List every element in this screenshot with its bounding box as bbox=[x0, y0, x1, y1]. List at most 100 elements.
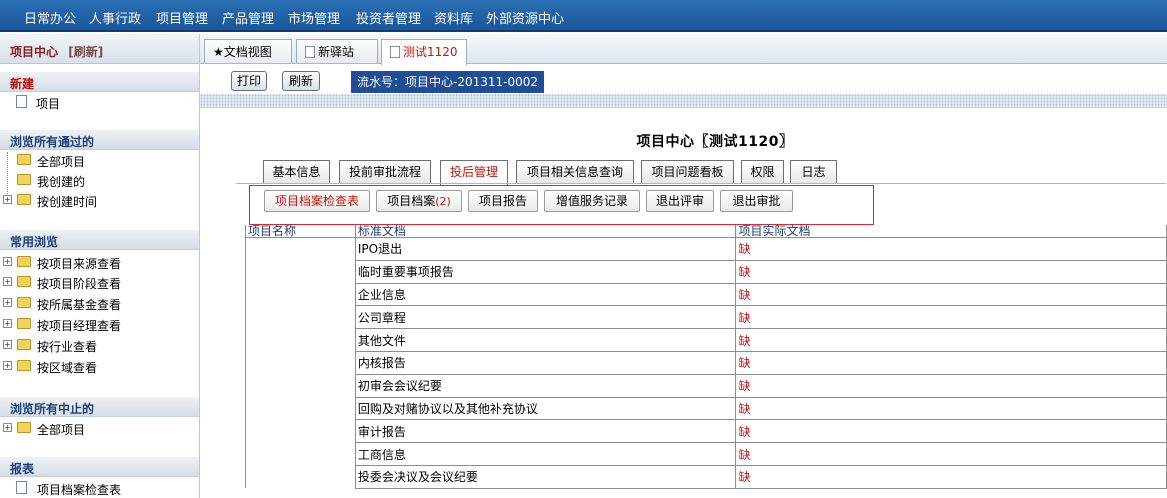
sidebar-item-label: 按区域查看 bbox=[37, 361, 98, 375]
divider-band bbox=[200, 94, 1167, 108]
document-icon bbox=[390, 46, 400, 58]
sidebar-item-by-source[interactable]: + 按项目来源查看 bbox=[0, 252, 199, 272]
expand-icon[interactable]: + bbox=[3, 257, 12, 266]
folder-icon bbox=[17, 194, 31, 205]
tab-label: 新驿站 bbox=[318, 45, 355, 59]
sidebar-title: 项目中心 [刷新] bbox=[10, 43, 103, 60]
nav-item-library[interactable]: 资料库 bbox=[434, 8, 473, 27]
folder-icon bbox=[17, 297, 31, 308]
sidebar-item-by-region[interactable]: + 按区域查看 bbox=[0, 356, 199, 376]
nav-item-hr-admin[interactable]: 人事行政 bbox=[89, 8, 141, 27]
missing-status: 缺 bbox=[735, 464, 1167, 489]
folder-icon bbox=[17, 422, 31, 433]
sidebar-item-archive-checklist[interactable]: 项目档案检查表 bbox=[0, 478, 199, 498]
expand-icon[interactable]: + bbox=[3, 277, 12, 286]
nav-item-project-management[interactable]: 项目管理 bbox=[156, 8, 208, 27]
standard-doc-cell: 投委会决议及会议纪要 bbox=[354, 464, 737, 489]
table-row: 回购及对赌协议以及其他补充协议 缺 bbox=[246, 396, 1167, 421]
sidebar-item-label: 按行业查看 bbox=[37, 340, 98, 354]
print-button[interactable]: 打印 bbox=[231, 71, 267, 91]
missing-status: 缺 bbox=[735, 350, 1167, 375]
column-header-actual-doc: 项目实际文档 bbox=[735, 225, 1167, 238]
tab-label: ★文档视图 bbox=[213, 45, 272, 59]
archive-checklist-table: 项目名称 标准文档 项目实际文档 IPO退出 缺 临时重要事项报告 缺 企业信息… bbox=[245, 225, 1167, 489]
column-header-project-name: 项目名称 bbox=[245, 225, 356, 238]
expand-icon[interactable]: + bbox=[3, 340, 12, 349]
table-row: 企业信息 缺 bbox=[246, 282, 1167, 307]
sidebar-item-stopped-all-projects[interactable]: + 全部项目 bbox=[0, 418, 199, 438]
tab-new-station[interactable]: 新驿站 bbox=[296, 39, 378, 63]
missing-status: 缺 bbox=[735, 305, 1167, 330]
toolbar: 打印 刷新 流水号：项目中心-201311-0002 bbox=[200, 65, 1167, 93]
standard-doc-cell: 临时重要事项报告 bbox=[354, 259, 737, 284]
standard-doc-cell: 初审会会议纪要 bbox=[354, 373, 737, 398]
missing-status: 缺 bbox=[735, 396, 1167, 421]
table-row: 公司章程 缺 bbox=[246, 305, 1167, 330]
nav-item-daily-office[interactable]: 日常办公 bbox=[24, 8, 76, 27]
tab-divider bbox=[236, 183, 1166, 184]
refresh-button[interactable]: 刷新 bbox=[282, 71, 320, 91]
expand-icon[interactable]: + bbox=[3, 298, 12, 307]
subtab-value-added-service[interactable]: 增值服务记录 bbox=[544, 190, 640, 212]
subtab-archive-checklist[interactable]: 项目档案检查表 bbox=[264, 190, 370, 212]
main-content: ★文档视图 新驿站 测试1120 打印 刷新 流水号：项目中心-201311-0… bbox=[200, 34, 1167, 498]
subtab-exit-review[interactable]: 退出评审 bbox=[646, 190, 714, 212]
tab-post-investment[interactable]: 投后管理 bbox=[440, 160, 508, 185]
top-navigation-bar: 日常办公 人事行政 项目管理 产品管理 市场管理 投资者管理 资料库 外部资源中… bbox=[0, 0, 1167, 32]
tab-basic-info[interactable]: 基本信息 bbox=[263, 160, 330, 184]
tab-log[interactable]: 日志 bbox=[790, 160, 837, 184]
expand-icon[interactable]: + bbox=[3, 423, 12, 432]
sidebar-item-label: 按所属基金查看 bbox=[37, 298, 122, 312]
sidebar-item-label: 全部项目 bbox=[37, 423, 86, 437]
folder-icon bbox=[17, 339, 31, 350]
folder-icon bbox=[17, 360, 31, 371]
sidebar-item-all-projects[interactable]: 全部项目 bbox=[0, 150, 199, 170]
sidebar-refresh-link[interactable]: [刷新] bbox=[68, 45, 103, 59]
table-row: 审计报告 缺 bbox=[246, 419, 1167, 444]
sidebar-item-by-manager[interactable]: + 按项目经理查看 bbox=[0, 314, 199, 334]
tab-related-info-query[interactable]: 项目相关信息查询 bbox=[516, 160, 634, 184]
missing-status: 缺 bbox=[735, 328, 1167, 352]
sidebar-header: 项目中心 [刷新] bbox=[0, 34, 199, 64]
sidebar-item-new-project[interactable]: 项目 bbox=[0, 92, 199, 112]
sidebar-item-created-by-me[interactable]: 我创建的 bbox=[0, 170, 199, 190]
sidebar-item-by-fund[interactable]: + 按所属基金查看 bbox=[0, 293, 199, 313]
missing-status: 缺 bbox=[735, 419, 1167, 444]
sidebar-item-label: 按创建时间 bbox=[37, 195, 98, 209]
tab-permissions[interactable]: 权限 bbox=[741, 160, 784, 184]
sidebar-item-by-industry[interactable]: + 按行业查看 bbox=[0, 335, 199, 355]
nav-item-product-management[interactable]: 产品管理 bbox=[222, 8, 274, 27]
standard-doc-cell: IPO退出 bbox=[354, 237, 737, 261]
section-browse-approved-label: 浏览所有通过的 bbox=[10, 135, 95, 149]
document-tab-bar: ★文档视图 新驿站 测试1120 bbox=[200, 34, 1167, 65]
nav-item-market-management[interactable]: 市场管理 bbox=[288, 8, 340, 27]
nav-item-investor-management[interactable]: 投资者管理 bbox=[356, 8, 421, 27]
expand-icon[interactable]: + bbox=[3, 195, 12, 204]
missing-status: 缺 bbox=[735, 282, 1167, 307]
expand-icon[interactable]: + bbox=[3, 361, 12, 370]
expand-icon[interactable]: + bbox=[3, 319, 12, 328]
subtab-exit-approval[interactable]: 退出审批 bbox=[720, 190, 793, 212]
section-browse-stopped-label: 浏览所有中止的 bbox=[10, 402, 95, 416]
subtab-archives[interactable]: 项目档案(2) bbox=[376, 190, 462, 212]
sidebar-item-label: 项目 bbox=[36, 97, 61, 111]
subtab-reports[interactable]: 项目报告 bbox=[468, 190, 538, 212]
folder-icon bbox=[17, 276, 31, 287]
tab-test-1120[interactable]: 测试1120 bbox=[381, 39, 467, 65]
table-row: IPO退出 缺 bbox=[245, 237, 1167, 489]
nav-item-external-resources[interactable]: 外部资源中心 bbox=[486, 8, 564, 27]
sidebar-item-by-creation-time[interactable]: + 按创建时间 bbox=[0, 190, 199, 210]
missing-status: 缺 bbox=[735, 373, 1167, 398]
section-reports-label: 报表 bbox=[10, 462, 35, 476]
tab-issue-board[interactable]: 项目问题看板 bbox=[641, 160, 734, 184]
folder-icon bbox=[17, 154, 31, 165]
tab-document-view[interactable]: ★文档视图 bbox=[204, 39, 292, 63]
standard-doc-cell: 工商信息 bbox=[354, 442, 737, 466]
tab-pre-investment-approval[interactable]: 投前审批流程 bbox=[339, 160, 431, 184]
missing-status: 缺 bbox=[735, 442, 1167, 466]
sidebar: 项目中心 [刷新] 新建 项目 浏览所有通过的 全部项目 我创建的 + 按创建时… bbox=[0, 34, 200, 498]
table-row: 投委会决议及会议纪要 缺 bbox=[246, 464, 1167, 489]
serial-number: 流水号：项目中心-201311-0002 bbox=[351, 71, 545, 93]
sidebar-item-by-stage[interactable]: + 按项目阶段查看 bbox=[0, 272, 199, 292]
document-icon bbox=[305, 46, 315, 58]
